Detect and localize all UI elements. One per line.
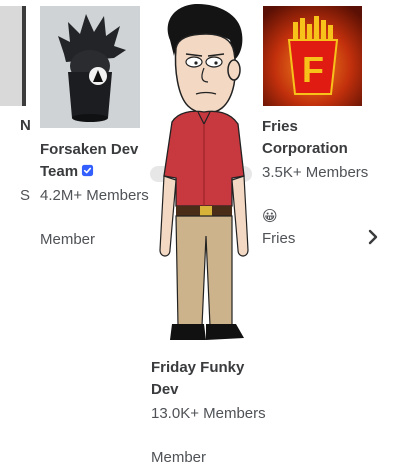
member-count: 13.0K+ Members	[151, 405, 266, 422]
fries-logo-letter: F	[302, 49, 324, 90]
membership-status: Member	[40, 231, 96, 248]
group-name-fragment: N	[20, 117, 31, 134]
chevron-right-icon	[368, 229, 378, 245]
forsaken-figure-image	[40, 6, 140, 128]
smiley-emoji-icon: 😀	[262, 208, 278, 225]
fries-logo-image: F	[263, 6, 362, 106]
verified-badge-icon	[82, 164, 94, 177]
group-tag-text: Fries	[262, 230, 296, 247]
membership-status: Member	[151, 449, 207, 466]
group-name[interactable]: Fries Corporation	[262, 116, 382, 160]
member-count: 4.2M+ Members	[40, 187, 149, 204]
group-tag: 😀 Fries	[262, 206, 295, 250]
carousel-next-button[interactable]	[362, 225, 384, 249]
group-meta-fragment: S	[20, 187, 31, 204]
group-name[interactable]: Forsaken Dev Team	[40, 139, 150, 183]
group-thumbnail-fries[interactable]: F	[263, 6, 362, 106]
group-name[interactable]: Friday Funky Dev	[151, 357, 271, 401]
thumbnail-edge	[22, 6, 26, 106]
group-thumbnail-partial[interactable]	[0, 6, 26, 106]
member-count: 3.5K+ Members	[262, 164, 369, 181]
group-thumbnail-forsaken[interactable]	[40, 6, 140, 128]
cartoon-character-overlay	[159, 4, 249, 340]
